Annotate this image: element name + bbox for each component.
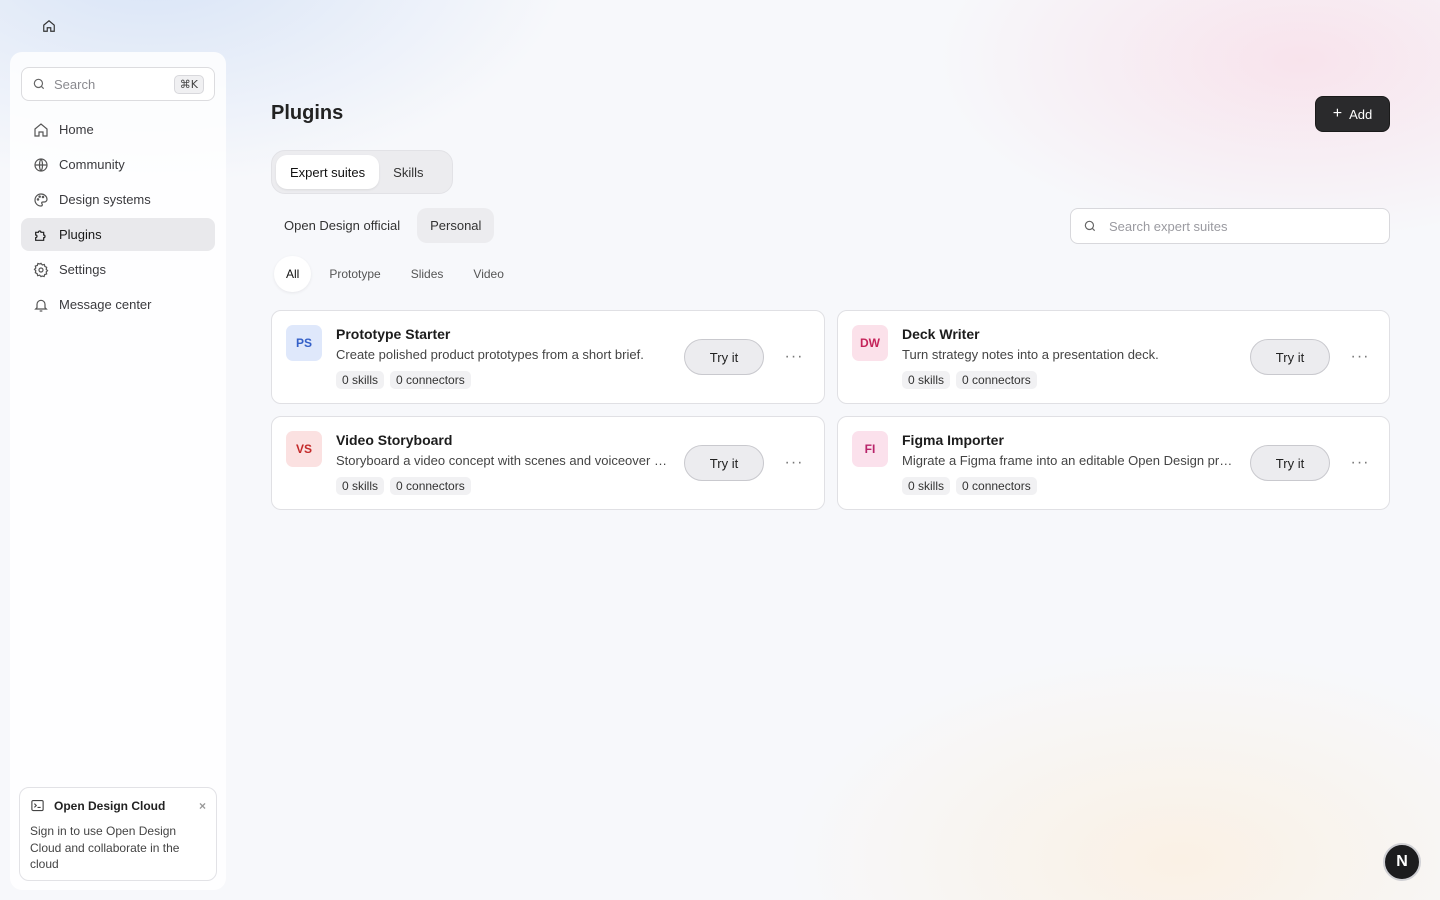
- puzzle-icon: [32, 226, 50, 244]
- more-icon[interactable]: ···: [782, 343, 806, 371]
- bell-icon: [32, 296, 50, 314]
- palette-icon: [32, 191, 50, 209]
- sidebar-item-plugins[interactable]: Plugins: [21, 218, 215, 251]
- add-button[interactable]: + Add: [1315, 96, 1390, 132]
- sidebar: Search ⌘K Home Community Design systems: [10, 52, 226, 890]
- plugin-title: Deck Writer: [902, 326, 980, 342]
- try-it-button[interactable]: Try it: [1250, 445, 1330, 481]
- plugin-description: Migrate a Figma frame into an editable O…: [902, 453, 1236, 468]
- skills-count-badge: 0 skills: [336, 477, 385, 495]
- tab-open-design-official[interactable]: Open Design official: [271, 208, 413, 243]
- plugin-avatar: VS: [286, 431, 322, 467]
- plugin-title: Figma Importer: [902, 432, 1004, 448]
- page-title: Plugins: [271, 102, 344, 124]
- tab-expert-suites[interactable]: Expert suites: [276, 155, 380, 189]
- cloud-signin-card: Open Design Cloud × Sign in to use Open …: [19, 787, 217, 881]
- sidebar-item-settings[interactable]: Settings: [21, 253, 215, 286]
- sidebar-item-label: Home: [59, 122, 94, 137]
- more-icon[interactable]: ···: [1348, 343, 1372, 371]
- close-icon[interactable]: ×: [199, 799, 206, 813]
- sidebar-item-label: Settings: [59, 262, 106, 277]
- plugin-description: Turn strategy notes into a presentation …: [902, 347, 1159, 362]
- skills-count-badge: 0 skills: [902, 477, 951, 495]
- connectors-count-badge: 0 connectors: [956, 371, 1037, 389]
- plugin-card: DW Deck Writer Turn strategy notes into …: [837, 310, 1390, 404]
- tab-all[interactable]: All: [274, 256, 312, 292]
- plugin-avatar: DW: [852, 325, 888, 361]
- add-label: Add: [1349, 106, 1373, 122]
- try-it-button[interactable]: Try it: [684, 339, 764, 375]
- search-expert-suites-input[interactable]: [1109, 218, 1369, 234]
- sidebar-item-community[interactable]: Community: [21, 148, 215, 181]
- tab-slides[interactable]: Slides: [399, 256, 456, 292]
- source-tabs: Open Design official Personal: [271, 208, 498, 243]
- gear-icon: [32, 261, 50, 279]
- top-home-icon[interactable]: [40, 17, 58, 35]
- sidebar-item-label: Design systems: [59, 192, 151, 207]
- assistant-fab[interactable]: N: [1383, 843, 1421, 881]
- skills-count-badge: 0 skills: [336, 371, 385, 389]
- tab-prototype[interactable]: Prototype: [317, 256, 392, 292]
- plugin-description: Create polished product prototypes from …: [336, 347, 644, 362]
- search-icon: [32, 77, 46, 91]
- plugin-avatar: FI: [852, 431, 888, 467]
- plugin-description: Storyboard a video concept with scenes a…: [336, 453, 670, 468]
- sidebar-search[interactable]: Search ⌘K: [21, 67, 215, 101]
- more-icon[interactable]: ···: [782, 449, 806, 477]
- sidebar-item-label: Community: [59, 157, 125, 172]
- cloud-title: Open Design Cloud: [54, 799, 166, 813]
- plugin-title: Video Storyboard: [336, 432, 453, 448]
- search-expert-suites: [1070, 208, 1390, 244]
- sidebar-item-label: Message center: [59, 297, 152, 312]
- search-icon: [1083, 219, 1097, 233]
- sidebar-item-label: Plugins: [59, 227, 102, 242]
- skills-count-badge: 0 skills: [902, 371, 951, 389]
- search-shortcut: ⌘K: [173, 74, 204, 94]
- sidebar-nav: Home Community Design systems Plugins Se…: [21, 113, 215, 323]
- tab-skills[interactable]: Skills: [379, 155, 437, 189]
- terminal-icon: [30, 798, 46, 814]
- plugin-card: VS Video Storyboard Storyboard a video c…: [271, 416, 825, 510]
- tab-personal[interactable]: Personal: [417, 208, 495, 243]
- connectors-count-badge: 0 connectors: [956, 477, 1037, 495]
- try-it-button[interactable]: Try it: [684, 445, 764, 481]
- sidebar-item-message-center[interactable]: Message center: [21, 288, 215, 321]
- plugin-card: FI Figma Importer Migrate a Figma frame …: [837, 416, 1390, 510]
- plugin-card: PS Prototype Starter Create polished pro…: [271, 310, 825, 404]
- try-it-button[interactable]: Try it: [1250, 339, 1330, 375]
- plugin-avatar: PS: [286, 325, 322, 361]
- globe-icon: [32, 156, 50, 174]
- more-icon[interactable]: ···: [1348, 449, 1372, 477]
- plugin-type-switch: Expert suites Skills: [271, 150, 453, 194]
- tab-video[interactable]: Video: [461, 256, 515, 292]
- category-tabs: All Prototype Slides Video: [274, 256, 522, 292]
- plugin-title: Prototype Starter: [336, 326, 451, 342]
- connectors-count-badge: 0 connectors: [390, 477, 471, 495]
- sidebar-search-label: Search: [54, 76, 96, 92]
- sidebar-item-home[interactable]: Home: [21, 113, 215, 146]
- plus-icon: +: [1332, 105, 1343, 122]
- home-icon: [32, 121, 50, 139]
- sidebar-item-design-systems[interactable]: Design systems: [21, 183, 215, 216]
- connectors-count-badge: 0 connectors: [390, 371, 471, 389]
- cloud-body: Sign in to use Open Design Cloud and col…: [30, 824, 180, 871]
